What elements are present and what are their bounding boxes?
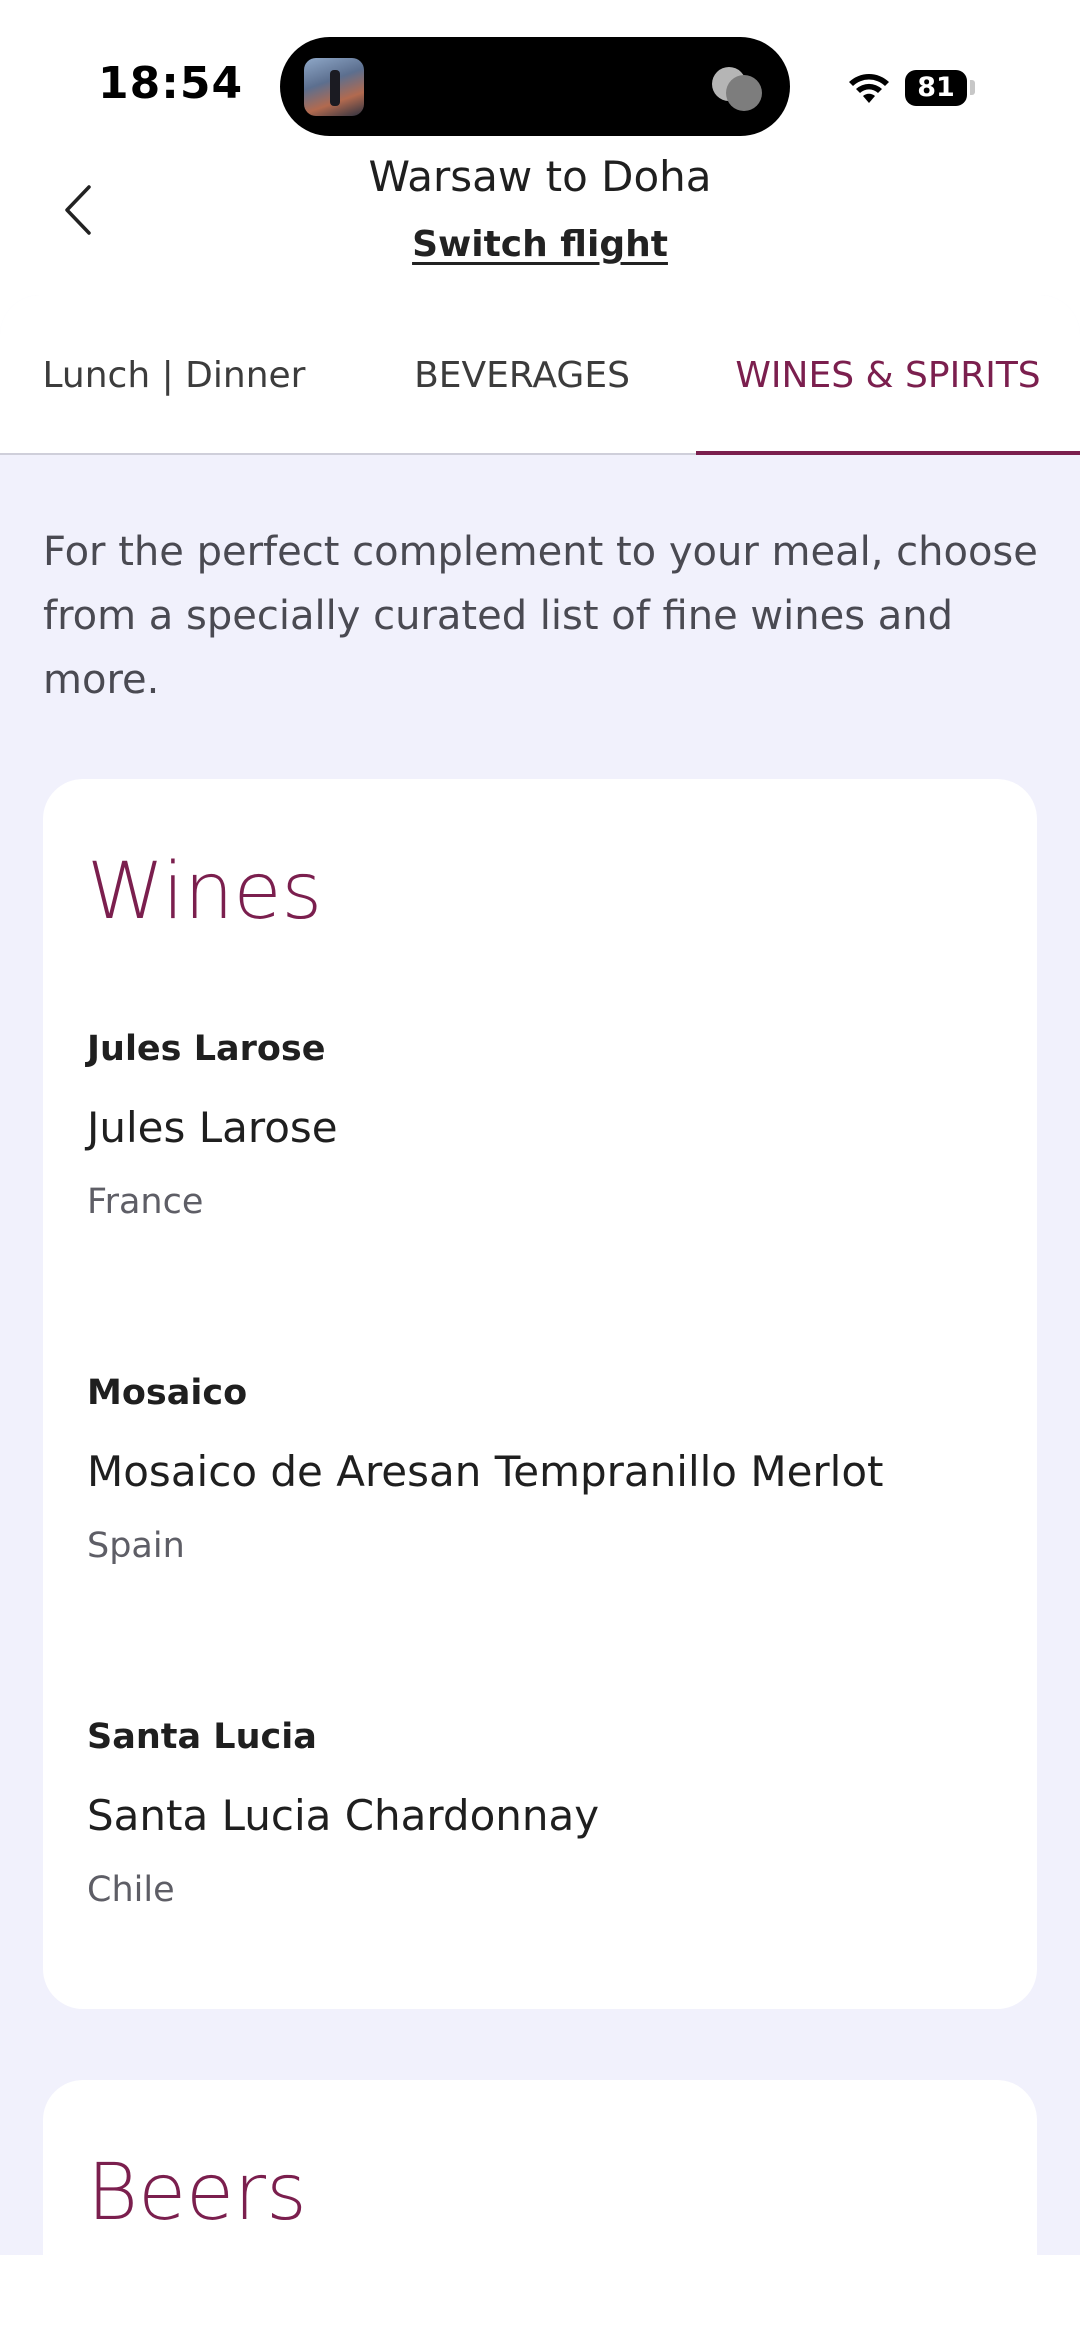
beers-card: Beers xyxy=(43,2080,1037,2255)
tab-wines-spirits[interactable]: WINES & SPIRITS xyxy=(696,295,1080,455)
header: Warsaw to Doha Switch flight xyxy=(0,150,1080,295)
now-playing-thumbnail xyxy=(304,58,364,116)
list-item: Santa Lucia Santa Lucia Chardonnay Chile xyxy=(87,1717,987,1910)
status-bar: 18:54 81 xyxy=(0,0,1080,150)
menu-content[interactable]: Lunch | Dinner BEVERAGES WINES & SPIRITS… xyxy=(0,295,1080,2255)
activity-indicator-icon xyxy=(712,63,764,111)
tab-lunch-dinner[interactable]: Lunch | Dinner xyxy=(0,295,348,455)
section-title-wines: Wines xyxy=(87,847,323,937)
section-title-beers: Beers xyxy=(87,2148,307,2238)
battery-tip xyxy=(970,80,975,95)
bottom-safe-area xyxy=(0,2255,1080,2348)
wines-card: Wines Jules Larose Jules Larose France M… xyxy=(43,779,1037,2009)
active-tab-indicator xyxy=(696,451,1080,455)
tab-bar: Lunch | Dinner BEVERAGES WINES & SPIRITS xyxy=(0,295,1080,455)
status-time: 18:54 xyxy=(98,58,244,109)
list-item: Mosaico Mosaico de Aresan Tempranillo Me… xyxy=(87,1373,987,1566)
list-item: Jules Larose Jules Larose France xyxy=(87,1029,987,1222)
dynamic-island[interactable] xyxy=(280,37,790,136)
switch-flight-link[interactable]: Switch flight xyxy=(412,224,668,265)
wine-brand: Mosaico xyxy=(87,1373,248,1413)
wine-country: France xyxy=(87,1182,204,1222)
wine-brand: Jules Larose xyxy=(87,1029,326,1069)
wine-country: Chile xyxy=(87,1870,175,1910)
page-title: Warsaw to Doha xyxy=(368,152,712,201)
wine-brand: Santa Lucia xyxy=(87,1717,317,1757)
battery-icon: 81 xyxy=(905,70,967,106)
wine-name: Jules Larose xyxy=(87,1103,338,1152)
wine-name: Mosaico de Aresan Tempranillo Merlot xyxy=(87,1447,884,1496)
wine-country: Spain xyxy=(87,1526,185,1566)
tab-beverages[interactable]: BEVERAGES xyxy=(348,295,696,455)
wine-name: Santa Lucia Chardonnay xyxy=(87,1791,600,1840)
intro-text: For the perfect complement to your meal,… xyxy=(43,529,1038,703)
wifi-icon xyxy=(849,74,889,103)
screen: 18:54 81 Warsaw to Doha Switch flight Lu… xyxy=(0,0,1080,2348)
